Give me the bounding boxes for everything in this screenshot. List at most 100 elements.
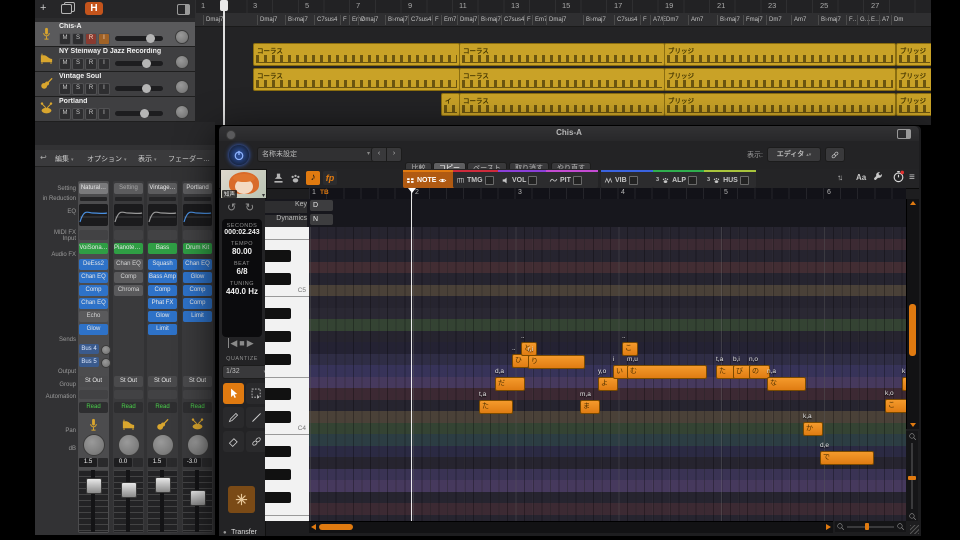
note-block[interactable]: か [803, 422, 823, 436]
track-i-button[interactable]: I [98, 58, 110, 70]
fader-thumb[interactable] [155, 477, 171, 493]
midi-fx-slot[interactable] [183, 230, 212, 240]
sort-icon[interactable]: ↑↓ [837, 173, 843, 182]
black-key[interactable] [265, 445, 291, 457]
audio-region[interactable]: コーラス [459, 43, 665, 66]
tuning-value[interactable]: 440.0 Hz [222, 287, 262, 296]
note-block[interactable]: こ [622, 342, 638, 356]
volume-slider-thumb[interactable] [146, 34, 155, 43]
track-m-button[interactable]: M [59, 33, 71, 45]
track-r-button[interactable]: R [85, 58, 97, 70]
black-key[interactable] [265, 491, 291, 503]
tab-hus[interactable]: 3 HUS [704, 170, 756, 188]
eq-thumbnail[interactable] [79, 204, 108, 226]
note-grid[interactable]: t,a た d,a だ.. ひ.. と r,i り m,a ま y,o よ i い.. こ m,u む t,a た b… [309, 227, 906, 521]
preset-prev-button[interactable]: ‹ [371, 147, 387, 162]
tab-checkbox[interactable] [628, 175, 638, 185]
channel-strip[interactable]: Vintage… Bass Squash Bass Amp Comp Phat FX Glo… [147, 181, 178, 533]
track-s-button[interactable]: S [72, 83, 84, 95]
send-knob[interactable] [101, 358, 111, 368]
track-pan-knob[interactable] [175, 55, 189, 69]
chord-label[interactable]: F [340, 15, 347, 25]
strip-setting-button[interactable]: Natural… [79, 183, 108, 194]
channel-strip[interactable]: Portland Drum Kit Chan EQ Glow Comp Comp Limit… [182, 181, 213, 533]
eraser-tool[interactable] [223, 431, 244, 452]
strip-fader[interactable] [114, 470, 143, 532]
audio-fx-slot[interactable]: Glow [183, 272, 212, 283]
chord-label[interactable]: F [524, 15, 531, 25]
sidebar-toggle-icon[interactable] [897, 129, 911, 139]
chord-label[interactable]: Dm [891, 15, 903, 25]
track-i-button[interactable]: I [98, 108, 110, 120]
vzoom-handle[interactable] [908, 476, 916, 480]
chord-label[interactable]: C7sus4 [408, 15, 431, 25]
add-track-button[interactable]: + [40, 2, 46, 15]
track-volume-slider[interactable] [115, 59, 163, 68]
zoom-in-vertical-icon[interactable] [908, 512, 917, 521]
track-pan-knob[interactable] [175, 105, 189, 119]
go-to-start-button[interactable]: ◀ [228, 338, 240, 348]
strip-db-value[interactable]: -3.0 [183, 458, 201, 467]
tab-checkbox[interactable] [528, 175, 538, 185]
audio-fx-slot[interactable]: Glow [79, 324, 108, 335]
automation-mode-button[interactable]: Read [183, 402, 212, 413]
audio-fx-slot[interactable]: Chan EQ [79, 298, 108, 309]
tempo-value[interactable]: 80.00 [222, 247, 262, 256]
pointer-tool[interactable] [223, 383, 244, 404]
wrench-icon[interactable] [872, 171, 884, 183]
chord-track[interactable]: Dmaj7 Dmaj7 B♭maj7 C7sus4 F Em7 Dmaj7 B♭maj7 C7s… [195, 13, 931, 27]
horizontal-zoom-control[interactable] [835, 521, 906, 532]
line-tool[interactable] [246, 407, 267, 428]
eq-thumbnail[interactable] [114, 204, 143, 226]
strip-pan-knob[interactable] [187, 434, 209, 456]
send-slot[interactable]: Bus 4 [79, 344, 111, 355]
vertical-zoom-control[interactable] [906, 431, 918, 521]
mixer-menu-view[interactable]: 表示 ▾ [138, 154, 156, 164]
note-block[interactable]: り [528, 355, 585, 369]
audio-fx-slot[interactable]: Chan EQ [79, 272, 108, 283]
strip-pan-knob[interactable] [118, 434, 140, 456]
link-button[interactable] [825, 147, 845, 162]
audio-fx-slot[interactable]: Limit [183, 311, 212, 322]
note-block[interactable]: こ [885, 399, 906, 413]
chord-label[interactable]: B♭maj7 [478, 15, 501, 25]
h-button[interactable]: H [85, 2, 103, 15]
quantize-dropdown[interactable]: 1/32▾ [222, 365, 270, 379]
black-key[interactable] [265, 307, 291, 319]
hscroll-thumb[interactable] [319, 524, 353, 530]
strip-input-button[interactable]: Drum Kit [183, 243, 212, 254]
chord-label[interactable]: Dm7 [766, 15, 782, 25]
volume-slider-thumb[interactable] [142, 59, 151, 68]
audio-fx-slot[interactable]: Limit [148, 324, 177, 335]
volume-slider-thumb[interactable] [142, 84, 151, 93]
freeze-button[interactable] [228, 486, 255, 513]
strip-db-value[interactable]: 1.5 [148, 458, 166, 467]
paw-tool-icon[interactable] [289, 172, 302, 185]
black-key[interactable] [265, 250, 291, 262]
strip-pan-knob[interactable] [152, 434, 174, 456]
audio-fx-slot[interactable]: Chan EQ [114, 259, 143, 270]
strip-pan-knob[interactable] [83, 434, 105, 456]
audio-region[interactable]: ブリッジ [664, 43, 896, 66]
stop-button[interactable]: ■ [239, 338, 246, 348]
audio-region[interactable]: コーラス [459, 93, 665, 116]
menu-icon[interactable]: ≡ [909, 172, 915, 183]
note-block[interactable]: よ [598, 377, 618, 391]
note-block[interactable]: で [820, 451, 874, 465]
black-key[interactable] [265, 388, 291, 400]
chord-label[interactable]: Dmaj7 [457, 15, 477, 25]
strip-setting-button[interactable]: Vintage… [148, 183, 177, 194]
strip-fader[interactable] [183, 470, 212, 532]
panel-toggle-icon[interactable] [177, 4, 190, 15]
audio-fx-slot[interactable]: Comp [183, 285, 212, 296]
tab-checkbox[interactable] [572, 175, 582, 185]
audio-fx-slot[interactable]: Chan EQ [183, 259, 212, 270]
note-block[interactable]: だ [495, 377, 525, 391]
audio-region[interactable]: コーラス [253, 43, 460, 66]
power-button[interactable] [229, 145, 249, 165]
black-key[interactable] [265, 353, 291, 365]
seconds-value[interactable]: 000:02.243 [222, 229, 262, 236]
track-r-button[interactable]: R [85, 83, 97, 95]
chord-label[interactable]: Em7 [441, 15, 456, 25]
strip-db-value[interactable]: 0.0 [114, 458, 132, 467]
